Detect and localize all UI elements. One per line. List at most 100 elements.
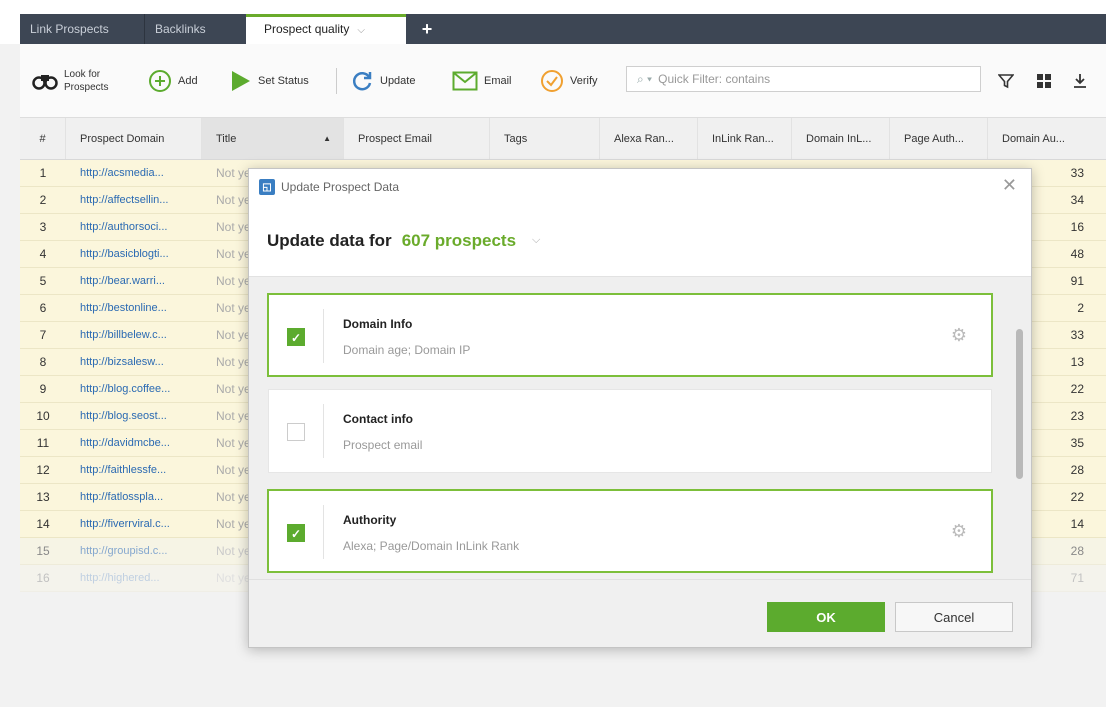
col-header-alexa[interactable]: Alexa Ran... xyxy=(600,118,698,159)
row-domain[interactable]: http://fiverrviral.c... xyxy=(66,511,202,537)
email-label: Email xyxy=(484,75,512,87)
row-number: 8 xyxy=(20,349,66,375)
row-domain[interactable]: http://faithlessfe... xyxy=(66,457,202,483)
row-domain[interactable]: http://highered... xyxy=(66,565,202,591)
row-domain-authority-text: 14 xyxy=(1070,517,1084,531)
row-domain[interactable]: http://groupisd.c... xyxy=(66,538,202,564)
col-header-number[interactable]: # xyxy=(20,118,66,159)
row-number: 10 xyxy=(20,403,66,429)
checkbox-authority[interactable]: ✓ xyxy=(287,524,305,542)
col-header-domain-authority[interactable]: Domain Au... xyxy=(988,118,1106,159)
filter-button[interactable] xyxy=(998,64,1020,98)
chevron-down-icon[interactable]: ⌵ xyxy=(357,25,365,36)
row-domain[interactable]: http://blog.seost... xyxy=(66,403,202,429)
tab-backlinks[interactable]: Backlinks xyxy=(145,14,235,44)
row-domain[interactable]: http://bestonline... xyxy=(66,295,202,321)
col-header-email[interactable]: Prospect Email xyxy=(344,118,490,159)
row-number: 12 xyxy=(20,457,66,483)
row-domain-text: http://davidmcbe... xyxy=(80,437,170,449)
row-domain-authority-text: 91 xyxy=(1070,274,1084,288)
option-contact-info[interactable]: Contact info Prospect email xyxy=(268,389,992,473)
set-status-button[interactable]: Set Status xyxy=(228,64,309,98)
option-title: Domain Info xyxy=(343,317,413,331)
col-header-title[interactable]: Title ▲ xyxy=(202,118,344,159)
row-number-text: 12 xyxy=(36,463,50,477)
row-domain-authority-text: 13 xyxy=(1070,355,1084,369)
close-icon[interactable]: ✕ xyxy=(1002,175,1017,196)
row-number-text: 1 xyxy=(39,166,47,180)
col-header-domain-inlink[interactable]: Domain InL... xyxy=(792,118,890,159)
dialog-heading-label: Update data for xyxy=(267,230,392,250)
verify-label: Verify xyxy=(570,75,598,87)
col-header-page-authority[interactable]: Page Auth... xyxy=(890,118,988,159)
email-button[interactable]: Email xyxy=(452,64,512,98)
row-domain[interactable]: http://blog.coffee... xyxy=(66,376,202,402)
checkbox-domain-info[interactable]: ✓ xyxy=(287,328,305,346)
export-button[interactable] xyxy=(1072,64,1094,98)
col-header-inlink[interactable]: InLink Ran... xyxy=(698,118,792,159)
row-number: 1 xyxy=(20,160,66,186)
chevron-down-icon[interactable]: ⌵ xyxy=(532,234,540,247)
col-header-tags[interactable]: Tags xyxy=(490,118,600,159)
row-domain[interactable]: http://billbelew.c... xyxy=(66,322,202,348)
tab-prospect-quality[interactable]: Prospect quality ⌵ xyxy=(246,14,406,44)
row-domain[interactable]: http://bizsalesw... xyxy=(66,349,202,375)
row-domain-authority-text: 33 xyxy=(1070,328,1084,342)
tab-bar: Link Prospects Backlinks Prospect qualit… xyxy=(0,0,1106,44)
add-button[interactable]: Add xyxy=(148,64,198,98)
row-domain-text: http://billbelew.c... xyxy=(80,329,167,341)
ok-button[interactable]: OK xyxy=(767,602,885,632)
row-domain-text: http://fatlosspla... xyxy=(80,491,164,503)
row-domain[interactable]: http://fatlosspla... xyxy=(66,484,202,510)
columns-button[interactable] xyxy=(1036,64,1058,98)
row-domain[interactable]: http://authorsoci... xyxy=(66,214,202,240)
row-domain-text: http://groupisd.c... xyxy=(80,545,168,557)
cancel-button[interactable]: Cancel xyxy=(895,602,1013,632)
gear-icon[interactable]: ⚙ xyxy=(951,325,967,346)
look-for-prospects-button[interactable]: Look for Prospects xyxy=(32,64,108,98)
update-button[interactable]: Update xyxy=(350,64,415,98)
row-domain-authority-text: 48 xyxy=(1070,247,1084,261)
row-domain[interactable]: http://davidmcbe... xyxy=(66,430,202,456)
verify-button[interactable]: Verify xyxy=(540,64,598,98)
row-domain[interactable]: http://basicblogti... xyxy=(66,241,202,267)
row-domain-authority-text: 16 xyxy=(1070,220,1084,234)
row-domain-text: http://authorsoci... xyxy=(80,221,168,233)
dialog-footer: OK Cancel xyxy=(249,579,1031,647)
option-domain-info[interactable]: ✓ Domain Info Domain age; Domain IP ⚙ xyxy=(267,293,993,377)
row-domain[interactable]: http://affectsellin... xyxy=(66,187,202,213)
col-header-domain[interactable]: Prospect Domain xyxy=(66,118,202,159)
toolbar: Look for Prospects Add Set Status Update… xyxy=(20,44,1106,118)
option-subtitle: Alexa; Page/Domain InLink Rank xyxy=(343,539,520,553)
quick-filter-input[interactable]: ⌕ ▾ Quick Filter: contains xyxy=(626,66,981,92)
row-number-text: 6 xyxy=(39,301,47,315)
row-domain-authority-text: 28 xyxy=(1070,463,1084,477)
option-title: Authority xyxy=(343,513,397,527)
row-number: 9 xyxy=(20,376,66,402)
row-number-text: 10 xyxy=(36,409,50,423)
row-domain-authority-text: 2 xyxy=(1077,301,1084,315)
check-circle-icon xyxy=(540,69,564,93)
checkbox-contact-info[interactable] xyxy=(287,423,305,441)
tab-link-prospects[interactable]: Link Prospects xyxy=(20,14,145,44)
scrollbar-thumb[interactable] xyxy=(1016,329,1023,479)
row-domain-text: http://bestonline... xyxy=(80,302,167,314)
option-subtitle: Prospect email xyxy=(343,438,423,452)
option-authority[interactable]: ✓ Authority Alexa; Page/Domain InLink Ra… xyxy=(267,489,993,573)
option-title: Contact info xyxy=(343,412,413,426)
row-domain-text: http://faithlessfe... xyxy=(80,464,167,476)
update-prospect-dialog: ◱ Update Prospect Data ✕ Update data for… xyxy=(248,168,1032,648)
plus-circle-icon xyxy=(148,69,172,93)
tab-label: Prospect quality xyxy=(264,22,350,36)
row-number-text: 14 xyxy=(36,517,50,531)
row-domain-authority-text: 71 xyxy=(1070,571,1084,585)
add-tab-button[interactable]: + xyxy=(412,14,442,44)
row-domain[interactable]: http://bear.warri... xyxy=(66,268,202,294)
row-number-text: 4 xyxy=(39,247,47,261)
set-status-label: Set Status xyxy=(258,75,309,87)
gear-icon[interactable]: ⚙ xyxy=(951,521,967,542)
dialog-titlebar: ◱ Update Prospect Data xyxy=(259,177,399,197)
option-divider xyxy=(323,505,324,559)
prospect-count[interactable]: 607 prospects xyxy=(402,231,516,251)
row-domain[interactable]: http://acsmedia... xyxy=(66,160,202,186)
